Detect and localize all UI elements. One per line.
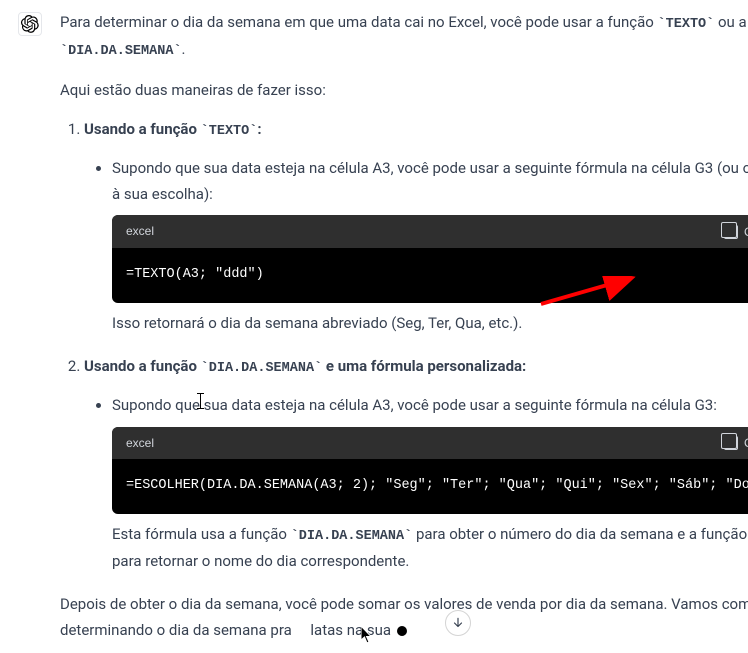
lead-paragraph: Aqui estão duas maneiras de fazer isso: xyxy=(60,78,748,104)
code-block-2: excel Copiar código =ESCOLHER(DIA.DA.SEM… xyxy=(112,427,748,514)
method-2-code: DIA.DA.SEMANA xyxy=(209,361,314,376)
method-2-bullet-text: Supondo que sua data esteja na célula A3… xyxy=(112,396,717,414)
copy-code-button-1[interactable]: Copiar código xyxy=(724,225,748,239)
method-2-title-suffix: e uma fórmula personalizada: xyxy=(322,357,526,375)
method-2: Usando a função `DIA.DA.SEMANA` e uma fó… xyxy=(84,354,748,574)
arrow-down-icon xyxy=(451,616,465,630)
method-1-bullets: Supondo que sua data esteja na célula A3… xyxy=(84,156,748,336)
openai-logo-icon xyxy=(21,15,39,33)
code-header-1: excel Copiar código xyxy=(112,215,748,247)
method-1-title-prefix: Usando a função xyxy=(84,120,201,138)
typing-indicator-icon xyxy=(397,626,407,636)
code-scroll-2[interactable]: =ESCOLHER(DIA.DA.SEMANA(A3; 2); "Seg"; "… xyxy=(112,459,748,514)
method-2-note: Esta fórmula usa a função `DIA.DA.SEMANA… xyxy=(112,522,748,574)
method-1-title-suffix: : xyxy=(257,120,261,138)
method-1-bullet-1: Supondo que sua data esteja na célula A3… xyxy=(112,156,748,336)
code-block-1: excel Copiar código =TEXTO(A3; "ddd") xyxy=(112,215,748,302)
code-lang-1: excel xyxy=(126,221,154,241)
code-header-2: excel Copiar código xyxy=(112,427,748,459)
assistant-message: Para determinar o dia da semana em que u… xyxy=(0,0,748,653)
method-1: Usando a função `TEXTO`: Supondo que sua… xyxy=(84,117,748,336)
method-1-code: TEXTO xyxy=(209,124,250,139)
method-2-bullets: Supondo que sua data esteja na célula A3… xyxy=(84,393,748,574)
inline-code-diadasemana-2: DIA.DA.SEMANA xyxy=(299,529,404,544)
copy-code-button-2[interactable]: Copiar código xyxy=(724,436,748,450)
code-body-1[interactable]: =TEXTO(A3; "ddd") xyxy=(112,248,748,303)
methods-list: Usando a função `TEXTO`: Supondo que sua… xyxy=(60,117,748,574)
method-1-bullet-text: Supondo que sua data esteja na célula A3… xyxy=(112,159,748,203)
inline-code-diadasemana: DIA.DA.SEMANA xyxy=(68,44,173,59)
copy-icon xyxy=(724,225,738,239)
intro-paragraph: Para determinar o dia da semana em que u… xyxy=(60,10,748,64)
method-1-note: Isso retornará o dia da semana abreviado… xyxy=(112,311,748,337)
method-2-bullet-1: Supondo que sua data esteja na célula A3… xyxy=(112,393,748,574)
assistant-avatar xyxy=(18,12,42,36)
closing-paragraph: Depois de obter o dia da semana, você po… xyxy=(60,592,748,643)
scroll-to-bottom-button[interactable] xyxy=(445,610,471,636)
copy-code-label-2: Copiar código xyxy=(744,436,748,450)
code-body-2[interactable]: =ESCOLHER(DIA.DA.SEMANA(A3; 2); "Seg"; "… xyxy=(112,459,748,514)
inline-code-texto: TEXTO xyxy=(666,17,707,32)
method-2-title-prefix: Usando a função xyxy=(84,357,201,375)
copy-code-label-1: Copiar código xyxy=(744,225,748,239)
copy-icon xyxy=(724,436,738,450)
code-lang-2: excel xyxy=(126,433,154,453)
message-content: Para determinar o dia da semana em que u… xyxy=(60,10,748,643)
